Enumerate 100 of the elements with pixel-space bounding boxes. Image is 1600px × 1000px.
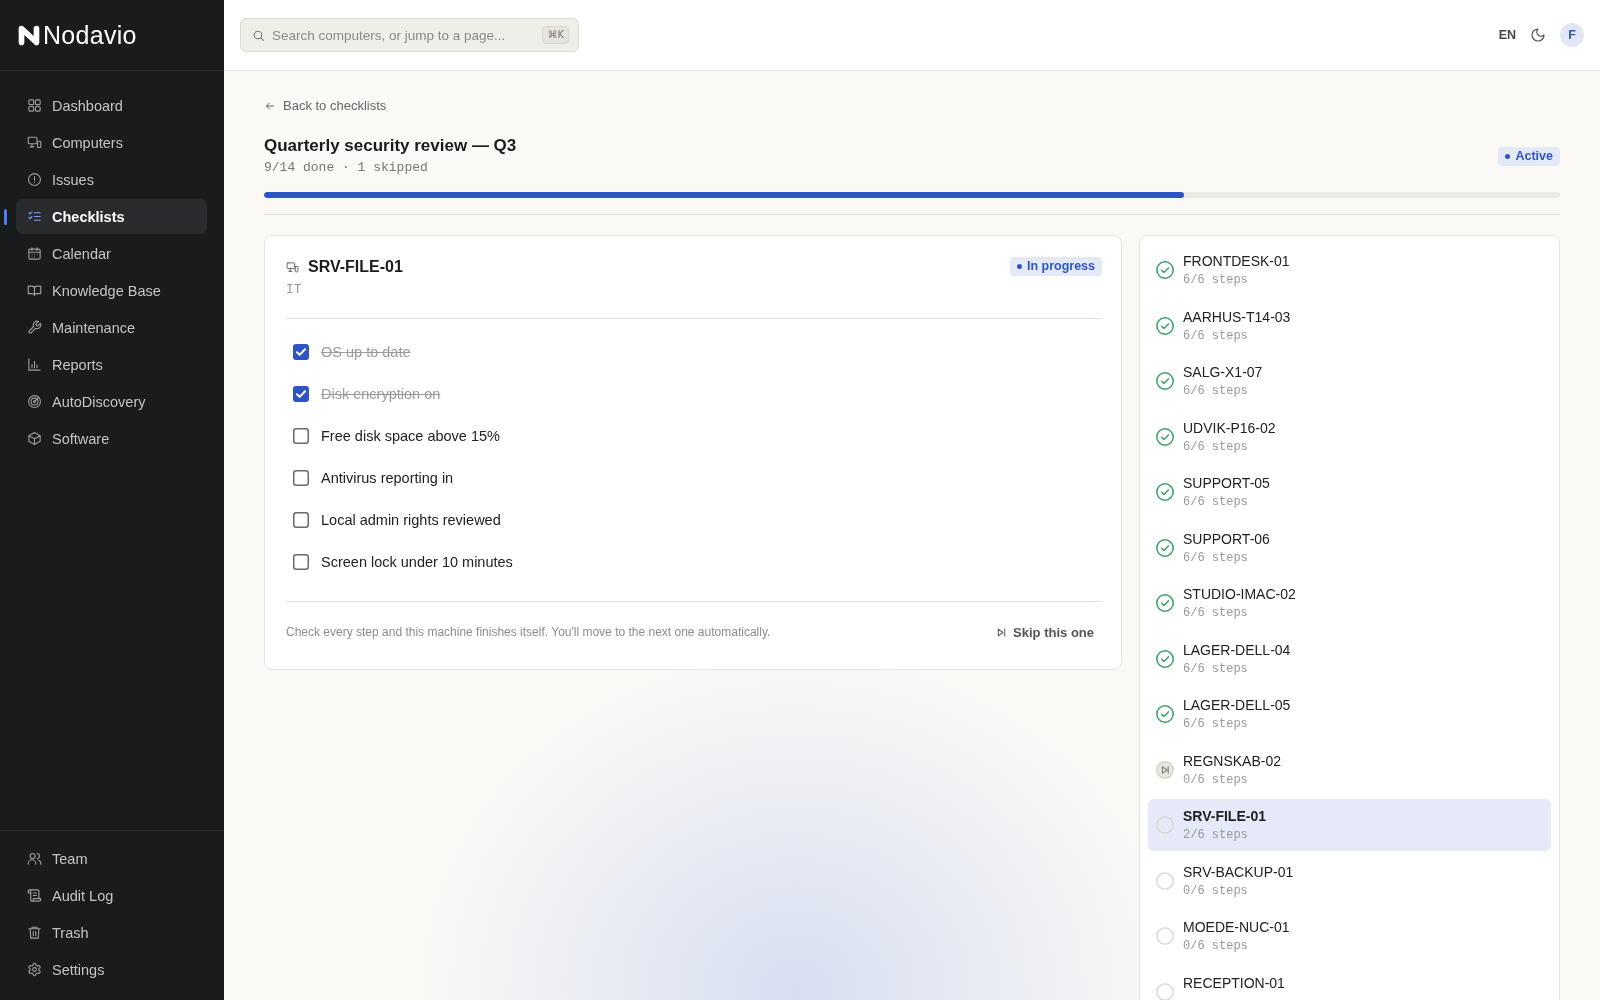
step-label: Local admin rights reviewed: [321, 512, 501, 528]
checkbox[interactable]: [293, 386, 309, 402]
checklist-title: Quarterly security review — Q3: [264, 135, 517, 157]
checkbox[interactable]: [293, 344, 309, 360]
arrow-left-icon: [264, 100, 276, 112]
queue-item[interactable]: RECEPTION-01: [1148, 965, 1551, 1000]
checkbox[interactable]: [293, 554, 309, 570]
computer-name: SALG-X1-07: [1183, 363, 1263, 381]
nav-item[interactable]: Audit Log: [16, 878, 207, 913]
moon-icon[interactable]: [1530, 27, 1546, 43]
empty-circle-icon: [1156, 816, 1174, 834]
computer-name: MOEDE-NUC-01: [1183, 918, 1290, 936]
checkbox[interactable]: [293, 428, 309, 444]
nav-item[interactable]: Checklists: [16, 199, 207, 234]
check-circle-icon: [1156, 427, 1174, 446]
language-button[interactable]: EN: [1498, 28, 1516, 42]
step-count: 6/6 steps: [1183, 660, 1249, 677]
grid-icon: [27, 98, 42, 113]
back-link[interactable]: Back to checklists: [264, 98, 387, 114]
checkbox[interactable]: [293, 470, 309, 486]
skip-button[interactable]: Skip this one: [988, 618, 1102, 646]
computer-name: AARHUS-T14-03: [1183, 307, 1291, 326]
computer-name: LAGER-DELL-04: [1183, 640, 1291, 659]
computer-name: RECEPTION-01: [1183, 973, 1285, 992]
nav-item[interactable]: Dashboard: [16, 88, 207, 123]
empty-circle-icon: [1156, 871, 1174, 890]
queue-item[interactable]: REGNSKAB-02 0/6 steps: [1148, 743, 1551, 796]
check-circle-icon: [1156, 483, 1174, 501]
step-label: Screen lock under 10 minutes: [321, 554, 513, 570]
computer-name: LAGER-DELL-05: [1183, 696, 1291, 714]
check-circle-icon: [1156, 316, 1174, 335]
step-count: 0/6 steps: [1183, 771, 1249, 788]
monitor-icon: [286, 260, 299, 274]
nav-item[interactable]: Trash: [16, 915, 207, 950]
step-count: 6/6 steps: [1183, 716, 1249, 732]
queue-item[interactable]: AARHUS-T14-03 6/6 steps: [1148, 299, 1551, 352]
nav-item[interactable]: Software: [16, 421, 207, 456]
step-count: 6/6 steps: [1183, 438, 1249, 455]
step-count: 0/6 steps: [1183, 882, 1249, 899]
monitor-icon: [27, 135, 42, 150]
nav-item[interactable]: Reports: [16, 347, 207, 382]
step-count: 6/6 steps: [1183, 605, 1249, 621]
nav-item[interactable]: Team: [16, 841, 207, 876]
computer-name: UDVIK-P16-02: [1183, 418, 1276, 437]
nav-item[interactable]: Knowledge Base: [16, 273, 207, 308]
machine-name: SRV-FILE-01: [308, 257, 403, 277]
status-dot-icon: [1505, 153, 1511, 159]
checkbox[interactable]: [293, 512, 309, 528]
step-label: OS up to date: [321, 344, 411, 360]
check-circle-icon: [1156, 372, 1174, 390]
nav-item[interactable]: Settings: [16, 952, 207, 987]
nav-item[interactable]: Issues: [16, 162, 207, 197]
nav-item[interactable]: Calendar: [16, 236, 207, 271]
computer-name: STUDIO-IMAC-02: [1183, 585, 1296, 603]
computer-name: SUPPORT-06: [1183, 529, 1270, 548]
queue-item[interactable]: SRV-FILE-01 2/6 steps: [1148, 799, 1551, 851]
queue-item[interactable]: SUPPORT-06 6/6 steps: [1148, 521, 1551, 574]
trash-icon: [27, 925, 42, 940]
check-circle-icon: [1156, 705, 1174, 723]
queue-item[interactable]: SRV-BACKUP-01 0/6 steps: [1148, 854, 1551, 907]
queue-item[interactable]: LAGER-DELL-05 6/6 steps: [1148, 688, 1551, 740]
computer-name: SUPPORT-05: [1183, 474, 1270, 492]
brand-name: Nodavio: [43, 20, 137, 50]
status-label: Active: [1515, 148, 1553, 164]
check-circle-icon: [1156, 538, 1174, 557]
step-count: 6/6 steps: [1183, 327, 1249, 344]
wrench-icon: [27, 320, 42, 335]
queue-item[interactable]: UDVIK-P16-02 6/6 steps: [1148, 410, 1551, 463]
users-icon: [27, 851, 42, 866]
calendar-icon: [27, 246, 42, 261]
queue-item[interactable]: FRONTDESK-01 6/6 steps: [1148, 244, 1551, 296]
skip-icon: [996, 626, 1008, 638]
skip-circle-icon: [1156, 760, 1174, 779]
status-label: In progress: [1026, 259, 1095, 274]
radar-icon: [27, 394, 42, 409]
active-marker: [4, 208, 7, 225]
shortcut-hint: ⌘K: [542, 26, 569, 44]
computer-name: FRONTDESK-01: [1183, 252, 1290, 270]
bar-chart-icon: [27, 357, 42, 372]
machine-group: IT: [286, 281, 403, 299]
nav-item[interactable]: Maintenance: [16, 310, 207, 345]
settings-icon: [27, 962, 42, 977]
queue-item[interactable]: SALG-X1-07 6/6 steps: [1148, 355, 1551, 407]
queue-item[interactable]: SUPPORT-05 6/6 steps: [1148, 466, 1551, 518]
step-count: 2/6 steps: [1183, 827, 1249, 843]
queue-item[interactable]: LAGER-DELL-04 6/6 steps: [1148, 632, 1551, 685]
hint-text: Check every step and this machine finishes itself. You'll move to the next one automatically.: [286, 625, 771, 639]
nav-item[interactable]: AutoDiscovery: [16, 384, 207, 419]
step-count: 6/6 steps: [1183, 549, 1249, 566]
scroll-icon: [27, 888, 42, 903]
step-count: 6/6 steps: [1183, 494, 1249, 510]
computer-name: SRV-BACKUP-01: [1183, 862, 1294, 881]
user-avatar[interactable]: F: [1560, 23, 1584, 47]
checklist-icon: [27, 209, 42, 224]
empty-circle-icon: [1156, 927, 1174, 945]
computer-name: SRV-FILE-01: [1183, 807, 1266, 825]
queue-item[interactable]: MOEDE-NUC-01 0/6 steps: [1148, 910, 1551, 962]
check-circle-icon: [1156, 261, 1174, 279]
nav-item[interactable]: Computers: [16, 125, 207, 160]
queue-item[interactable]: STUDIO-IMAC-02 6/6 steps: [1148, 577, 1551, 629]
